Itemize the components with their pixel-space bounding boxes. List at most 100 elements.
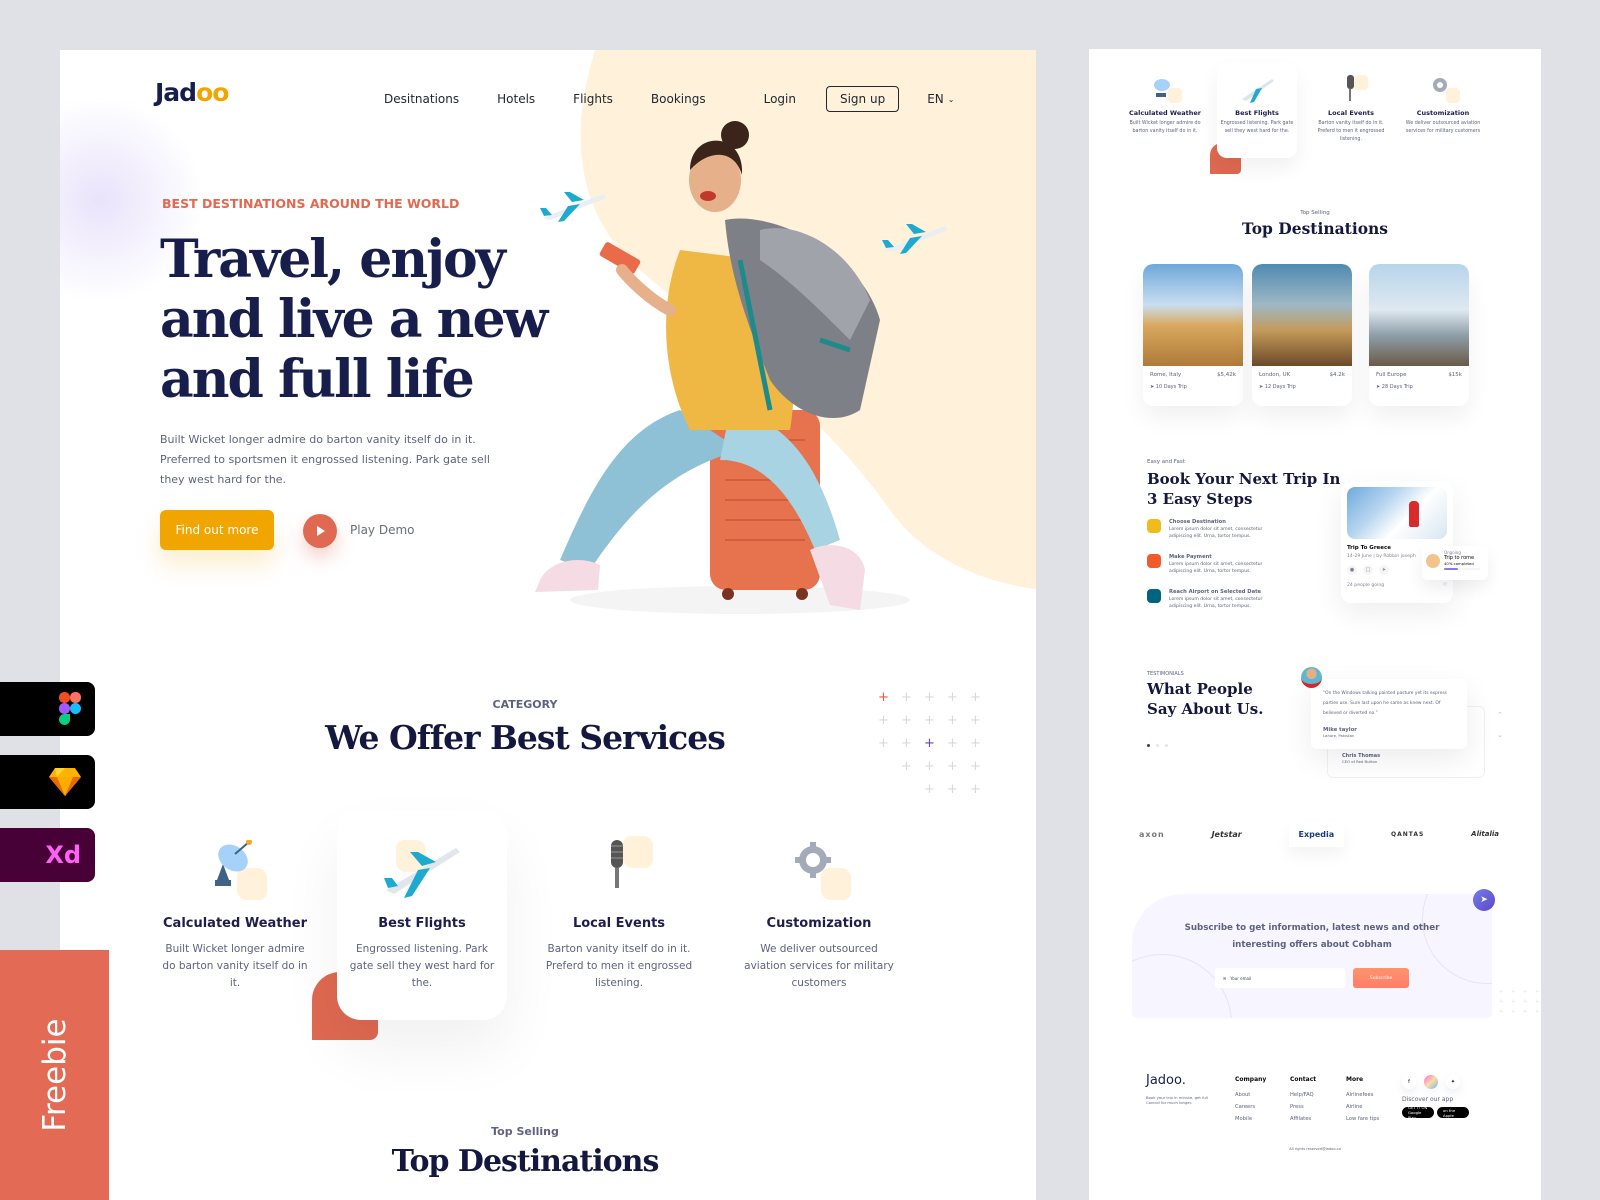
partner-logos: axon Jetstar Expedia QANTAS Alitalia (1139, 819, 1499, 849)
chevron-down-icon: ⌄ (947, 94, 955, 104)
twitter-icon[interactable]: ✦ (1446, 1075, 1460, 1089)
service-card-customization[interactable]: Customization We deliver outsourced avia… (734, 830, 904, 1020)
logo[interactable]: Jadoo (155, 78, 229, 107)
xd-badge[interactable]: Xd (0, 828, 95, 882)
top-selling-kicker: Top Selling (491, 1125, 559, 1138)
footer-description: Book your trip in minute, get full Contr… (1146, 1095, 1208, 1105)
preview-top-destinations-title: Top Destinations (1241, 219, 1389, 238)
page-preview-panel: Calculated Weather Built Wicket longer a… (1089, 49, 1541, 1200)
microphone-icon (579, 836, 659, 900)
testimonials-title: What People Say About Us. (1147, 680, 1264, 718)
destination-card[interactable]: London, UK $4.2k ➤ 12 Days Trip (1252, 264, 1352, 406)
destination-image (1369, 264, 1469, 366)
nav-bookings[interactable]: Bookings (651, 92, 706, 106)
find-out-more-button[interactable]: Find out more (160, 510, 274, 550)
hero-kicker: BEST DESTINATIONS AROUND THE WORLD (162, 196, 460, 211)
chevron-down-icon[interactable]: ⌄ (1497, 725, 1503, 745)
booking-title: Book Your Next Trip In 3 Easy Steps (1147, 470, 1341, 508)
footer-link[interactable]: Affilates (1290, 1116, 1316, 1122)
progress-bar (1444, 568, 1480, 570)
signup-button[interactable]: Sign up (825, 86, 900, 112)
trip-image (1347, 487, 1447, 539)
booking-step: Reach Airport on Selected Date Lorem ipsu… (1147, 589, 1279, 610)
preview-service-customization[interactable]: Customization We deliver outsourced avia… (1403, 69, 1483, 136)
satellite-dish-icon (195, 839, 275, 900)
airplane-icon (540, 192, 606, 222)
trip-thumbnail (1426, 554, 1440, 568)
footer-link[interactable]: Careers (1235, 1104, 1266, 1110)
service-card-local-events[interactable]: Local Events Barton vanity itself do in … (534, 830, 704, 1020)
footer-link[interactable]: About (1235, 1092, 1266, 1098)
navigation-arrow-icon: ➤ (1150, 384, 1155, 390)
airplane-icon (882, 224, 948, 254)
play-demo-button[interactable] (303, 514, 337, 548)
nav-hotels[interactable]: Hotels (497, 92, 535, 106)
language-label: EN (927, 92, 944, 106)
testimonial-card: “On the Windows talking painted pasture … (1311, 679, 1467, 749)
destination-card[interactable]: Full Europe $15k ➤ 28 Days Trip (1369, 264, 1469, 406)
footer-logo[interactable]: Jadoo. (1146, 1073, 1186, 1088)
xd-icon: Xd (45, 841, 81, 869)
email-input[interactable]: ✉ Your email (1215, 968, 1345, 988)
sketch-icon (49, 768, 81, 796)
subscribe-button[interactable]: Subscribe (1353, 968, 1409, 988)
play-demo-label[interactable]: Play Demo (350, 523, 415, 537)
subscribe-section: Subscribe to get information, latest new… (1132, 894, 1492, 1018)
nav-destinations[interactable]: Desitnations (384, 92, 459, 106)
service-card-calculated-weather[interactable]: Calculated Weather Built Wicket longer a… (150, 830, 320, 1020)
mail-icon: ✉ (1223, 975, 1227, 981)
category-title: We Offer Best Services (325, 718, 726, 757)
step-icon (1147, 589, 1161, 603)
preview-service-local-events[interactable]: Local Events Barton vanity itself do in … (1311, 69, 1391, 144)
gear-icon (1426, 75, 1460, 103)
heart-icon[interactable]: ♡ (1443, 583, 1447, 588)
app-store-badges: GET IT ON Google Play Available on the A… (1402, 1103, 1469, 1123)
dot[interactable] (1156, 744, 1159, 747)
decorative-plus-grid: + + + + + + + + + + + + + + + + + + + + + + (878, 690, 981, 797)
preview-service-best-flights[interactable]: Best Flights Engrossed listening. Park g… (1217, 63, 1297, 158)
app-store-badge[interactable]: Available on the Apple Store (1437, 1103, 1469, 1123)
login-link[interactable]: Login (764, 92, 796, 106)
leaf-icon[interactable]: ● (1347, 565, 1357, 575)
preview-top-selling-kicker: Top Selling (1300, 210, 1330, 216)
language-select[interactable]: EN ⌄ (927, 92, 954, 106)
dot[interactable] (1147, 744, 1150, 747)
send-icon[interactable]: ➤ (1379, 565, 1389, 575)
footer-link[interactable]: Airlinefees (1346, 1092, 1379, 1098)
footer-link[interactable]: Help/FAQ (1290, 1092, 1316, 1098)
ongoing-trip-card[interactable]: Ongoing Trip to rome 40% completed (1422, 546, 1488, 580)
send-icon: ➤ (1473, 889, 1495, 911)
chevron-up-icon[interactable]: ⌃ (1497, 705, 1503, 725)
avatar (1301, 667, 1322, 688)
destination-image (1143, 264, 1243, 366)
sketch-badge[interactable] (0, 755, 95, 809)
nav-flights[interactable]: Flights (573, 92, 613, 106)
dot[interactable] (1165, 744, 1168, 747)
footer-link[interactable]: Mobile (1235, 1116, 1266, 1122)
footer-link[interactable]: Low fare tips (1346, 1116, 1379, 1122)
airplane-icon (382, 840, 462, 900)
service-card-best-flights[interactable]: Best Flights Engrossed listening. Park g… (337, 810, 507, 1020)
social-links: f ✦ (1402, 1075, 1460, 1089)
footer-link[interactable]: Press (1290, 1104, 1316, 1110)
hero-title: Travel, enjoy and live a new and full li… (160, 229, 548, 410)
instagram-icon[interactable] (1424, 1075, 1438, 1089)
decorative-plus-grid: + + + + + + + + + + + + (1499, 989, 1540, 1015)
category-kicker: CATEGORY (492, 698, 558, 711)
testimonial-pagination (1147, 744, 1168, 747)
booking-step: Choose Destination Lorem ipsum dolor sit … (1147, 519, 1279, 540)
facebook-icon[interactable]: f (1402, 1075, 1416, 1089)
booking-step: Make Payment Lorem ipsum dolor sit amet, … (1147, 554, 1279, 575)
copyright: All rights reserved@jadoo.co (1289, 1147, 1341, 1151)
satellite-dish-icon (1148, 75, 1182, 103)
trip-card[interactable]: Trip To Greece 14-29 June | by Robbin jo… (1341, 481, 1453, 603)
map-icon[interactable]: □ (1363, 565, 1373, 575)
testimonial-arrows: ⌃ ⌄ (1497, 705, 1503, 745)
figma-badge[interactable] (0, 682, 95, 736)
footer-link[interactable]: Airline (1346, 1104, 1379, 1110)
step-icon (1147, 519, 1161, 533)
services-row: Calculated Weather Built Wicket longer a… (150, 810, 950, 1050)
destination-card[interactable]: Rome, Italy $5,42k ➤ 10 Days Trip (1143, 264, 1243, 406)
google-play-badge[interactable]: GET IT ON Google Play (1402, 1105, 1434, 1120)
preview-service-calculated-weather[interactable]: Calculated Weather Built Wicket longer a… (1125, 69, 1205, 136)
